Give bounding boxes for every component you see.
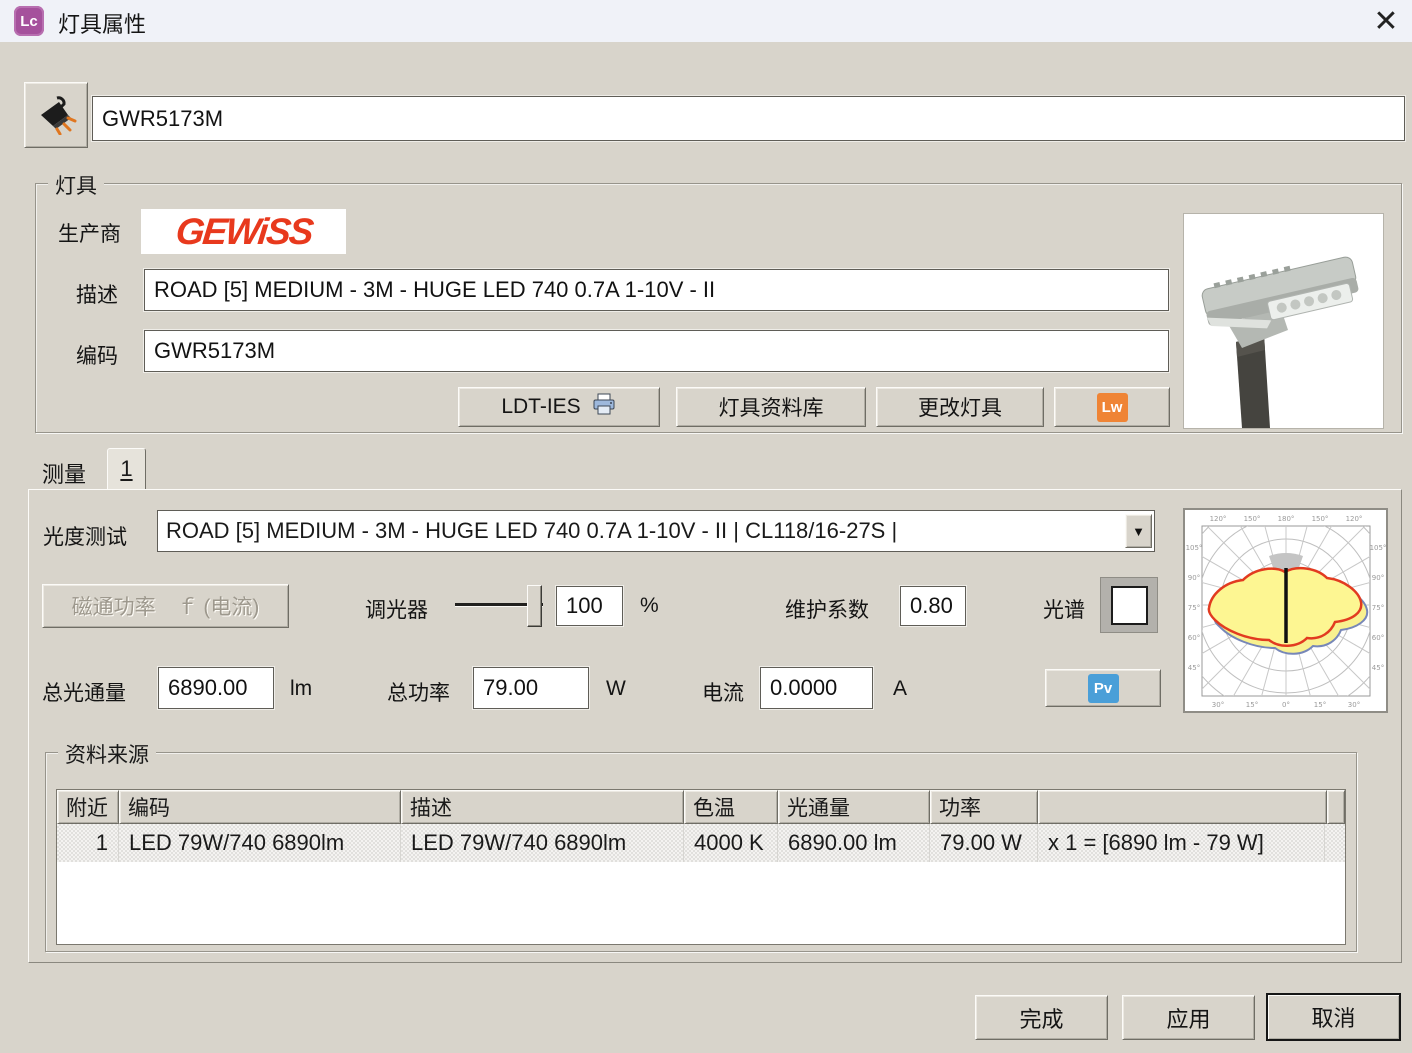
svg-text:75°: 75° [1372, 604, 1384, 612]
change-luminaire-button[interactable]: 更改灯具 [876, 387, 1044, 427]
total-flux-label: 总光通量 [42, 682, 126, 705]
svg-text:75°: 75° [1188, 604, 1200, 612]
apply-button[interactable]: 应用 [1122, 995, 1255, 1040]
col-cct[interactable]: 色温 [684, 790, 778, 824]
svg-text:15°: 15° [1246, 701, 1258, 709]
current-unit: A [893, 677, 908, 700]
chevron-down-icon[interactable]: ▼ [1125, 514, 1152, 548]
table-empty-area [57, 862, 1345, 944]
col-end-spacer [1327, 790, 1345, 824]
cell-description: LED 79W/740 6890lm [401, 824, 684, 862]
tab-measurement-1[interactable]: 1 [107, 448, 146, 490]
svg-text:45°: 45° [1188, 664, 1200, 672]
svg-text:30°: 30° [1212, 701, 1224, 709]
lw-icon: Lw [1096, 392, 1128, 422]
svg-text:120°: 120° [1346, 515, 1363, 523]
svg-text:60°: 60° [1188, 634, 1200, 642]
finish-button[interactable]: 完成 [975, 995, 1108, 1040]
photometry-selected-value: ROAD [5] MEDIUM - 3M - HUGE LED 740 0.7A… [166, 518, 898, 543]
total-power-label: 总功率 [387, 682, 450, 705]
cell-end-spacer [1325, 824, 1345, 862]
svg-text:15°: 15° [1314, 701, 1326, 709]
svg-text:30°: 30° [1348, 701, 1360, 709]
total-power-unit: W [606, 677, 626, 700]
ldt-ies-button[interactable]: LDT-IES [458, 387, 660, 427]
maintenance-input[interactable] [900, 586, 966, 626]
spotlight-icon [34, 91, 78, 140]
spectrum-color [1110, 585, 1148, 625]
source-table[interactable]: 附近 编码 描述 色温 光通量 功率 1 LED 79W/740 6890lm … [56, 789, 1346, 945]
svg-text:105°: 105° [1186, 544, 1203, 552]
luminaire-properties-dialog: Lc 灯具属性 ✕ 灯具 生产商 GEWiSS 描述 [0, 0, 1412, 1053]
close-icon[interactable]: ✕ [1366, 2, 1406, 40]
spectrum-label: 光谱 [1043, 599, 1085, 622]
printer-icon [591, 392, 617, 422]
luminaire-photo [1183, 213, 1384, 429]
col-code[interactable]: 编码 [119, 790, 401, 824]
table-row[interactable]: 1 LED 79W/740 6890lm LED 79W/740 6890lm … [57, 824, 1345, 862]
current-input[interactable] [760, 667, 873, 709]
pv-icon: Pv [1087, 673, 1119, 703]
cell-power: 79.00 W [930, 824, 1038, 862]
col-description[interactable]: 描述 [401, 790, 684, 824]
luminaire-group-title: 灯具 [48, 170, 104, 200]
total-flux-input[interactable] [158, 667, 274, 709]
tab-number: 1 [120, 456, 133, 481]
svg-text:105°: 105° [1370, 544, 1386, 552]
cell-flux: 6890.00 lm [778, 824, 930, 862]
photometry-select[interactable]: ROAD [5] MEDIUM - 3M - HUGE LED 740 0.7A… [157, 510, 1155, 552]
dimmer-input[interactable] [556, 586, 623, 626]
svg-text:90°: 90° [1372, 574, 1384, 582]
current-label: 电流 [702, 682, 744, 705]
luminaire-icon-button[interactable] [24, 82, 88, 148]
title-bar: Lc 灯具属性 ✕ [0, 0, 1412, 42]
col-extra[interactable] [1038, 790, 1327, 824]
litestar-web-button[interactable]: Lw [1054, 387, 1170, 427]
ldt-ies-label: LDT-IES [501, 395, 581, 418]
svg-text:150°: 150° [1244, 515, 1261, 523]
dimmer-slider-thumb[interactable] [527, 585, 542, 627]
cell-cct: 4000 K [684, 824, 778, 862]
col-flux[interactable]: 光通量 [778, 790, 930, 824]
measurement-label: 测量 [42, 462, 87, 487]
luminaire-groupbox: 灯具 生产商 GEWiSS 描述 编码 LDT-IES 灯具资料库 更改灯具 L… [35, 170, 1402, 433]
dimmer-unit: % [640, 594, 659, 617]
cell-code: LED 79W/740 6890lm [119, 824, 401, 862]
polar-diagram: 120° 150° 180° 150° 120° 30° 15° 0° 15° 30° 105° 90… [1183, 508, 1388, 713]
code-label: 编码 [76, 345, 118, 368]
data-source-title: 资料来源 [58, 739, 156, 769]
luminaire-name-input[interactable] [92, 96, 1405, 141]
dimmer-label: 调光器 [365, 599, 428, 622]
spectrum-swatch-button[interactable] [1100, 577, 1158, 633]
col-nearby[interactable]: 附近 [57, 790, 119, 824]
cancel-button[interactable]: 取消 [1266, 993, 1401, 1041]
svg-text:180°: 180° [1278, 515, 1295, 523]
svg-text:150°: 150° [1312, 515, 1329, 523]
manufacturer-logo: GEWiSS [141, 209, 346, 254]
total-flux-unit: lm [290, 677, 313, 700]
svg-text:0°: 0° [1282, 701, 1290, 709]
pv-button[interactable]: Pv [1045, 669, 1161, 707]
svg-text:90°: 90° [1188, 574, 1200, 582]
svg-text:120°: 120° [1210, 515, 1227, 523]
maintenance-label: 维护系数 [785, 599, 869, 622]
svg-text:60°: 60° [1372, 634, 1384, 642]
data-source-groupbox: 资料来源 附近 编码 描述 色温 光通量 功率 1 LED 79W/740 68… [45, 739, 1357, 952]
flux-power-button: 磁通功率 ｆ (电流) [42, 584, 289, 628]
photometry-label: 光度测试 [43, 526, 127, 549]
luminaire-library-button[interactable]: 灯具资料库 [676, 387, 866, 427]
svg-text:45°: 45° [1372, 664, 1384, 672]
window-title: 灯具属性 [58, 12, 147, 37]
col-power[interactable]: 功率 [930, 790, 1038, 824]
description-label: 描述 [76, 284, 118, 307]
code-input[interactable] [144, 330, 1169, 372]
total-power-input[interactable] [473, 667, 589, 709]
gewiss-logo-text: GEWiSS [173, 210, 314, 252]
manufacturer-label: 生产商 [58, 223, 121, 246]
description-input[interactable] [144, 269, 1169, 311]
source-table-header: 附近 编码 描述 色温 光通量 功率 [57, 790, 1345, 824]
cell-multiplier: x 1 = [6890 lm - 79 W] [1038, 824, 1325, 862]
cell-nearby: 1 [57, 824, 119, 862]
app-logo-icon: Lc [14, 6, 44, 36]
